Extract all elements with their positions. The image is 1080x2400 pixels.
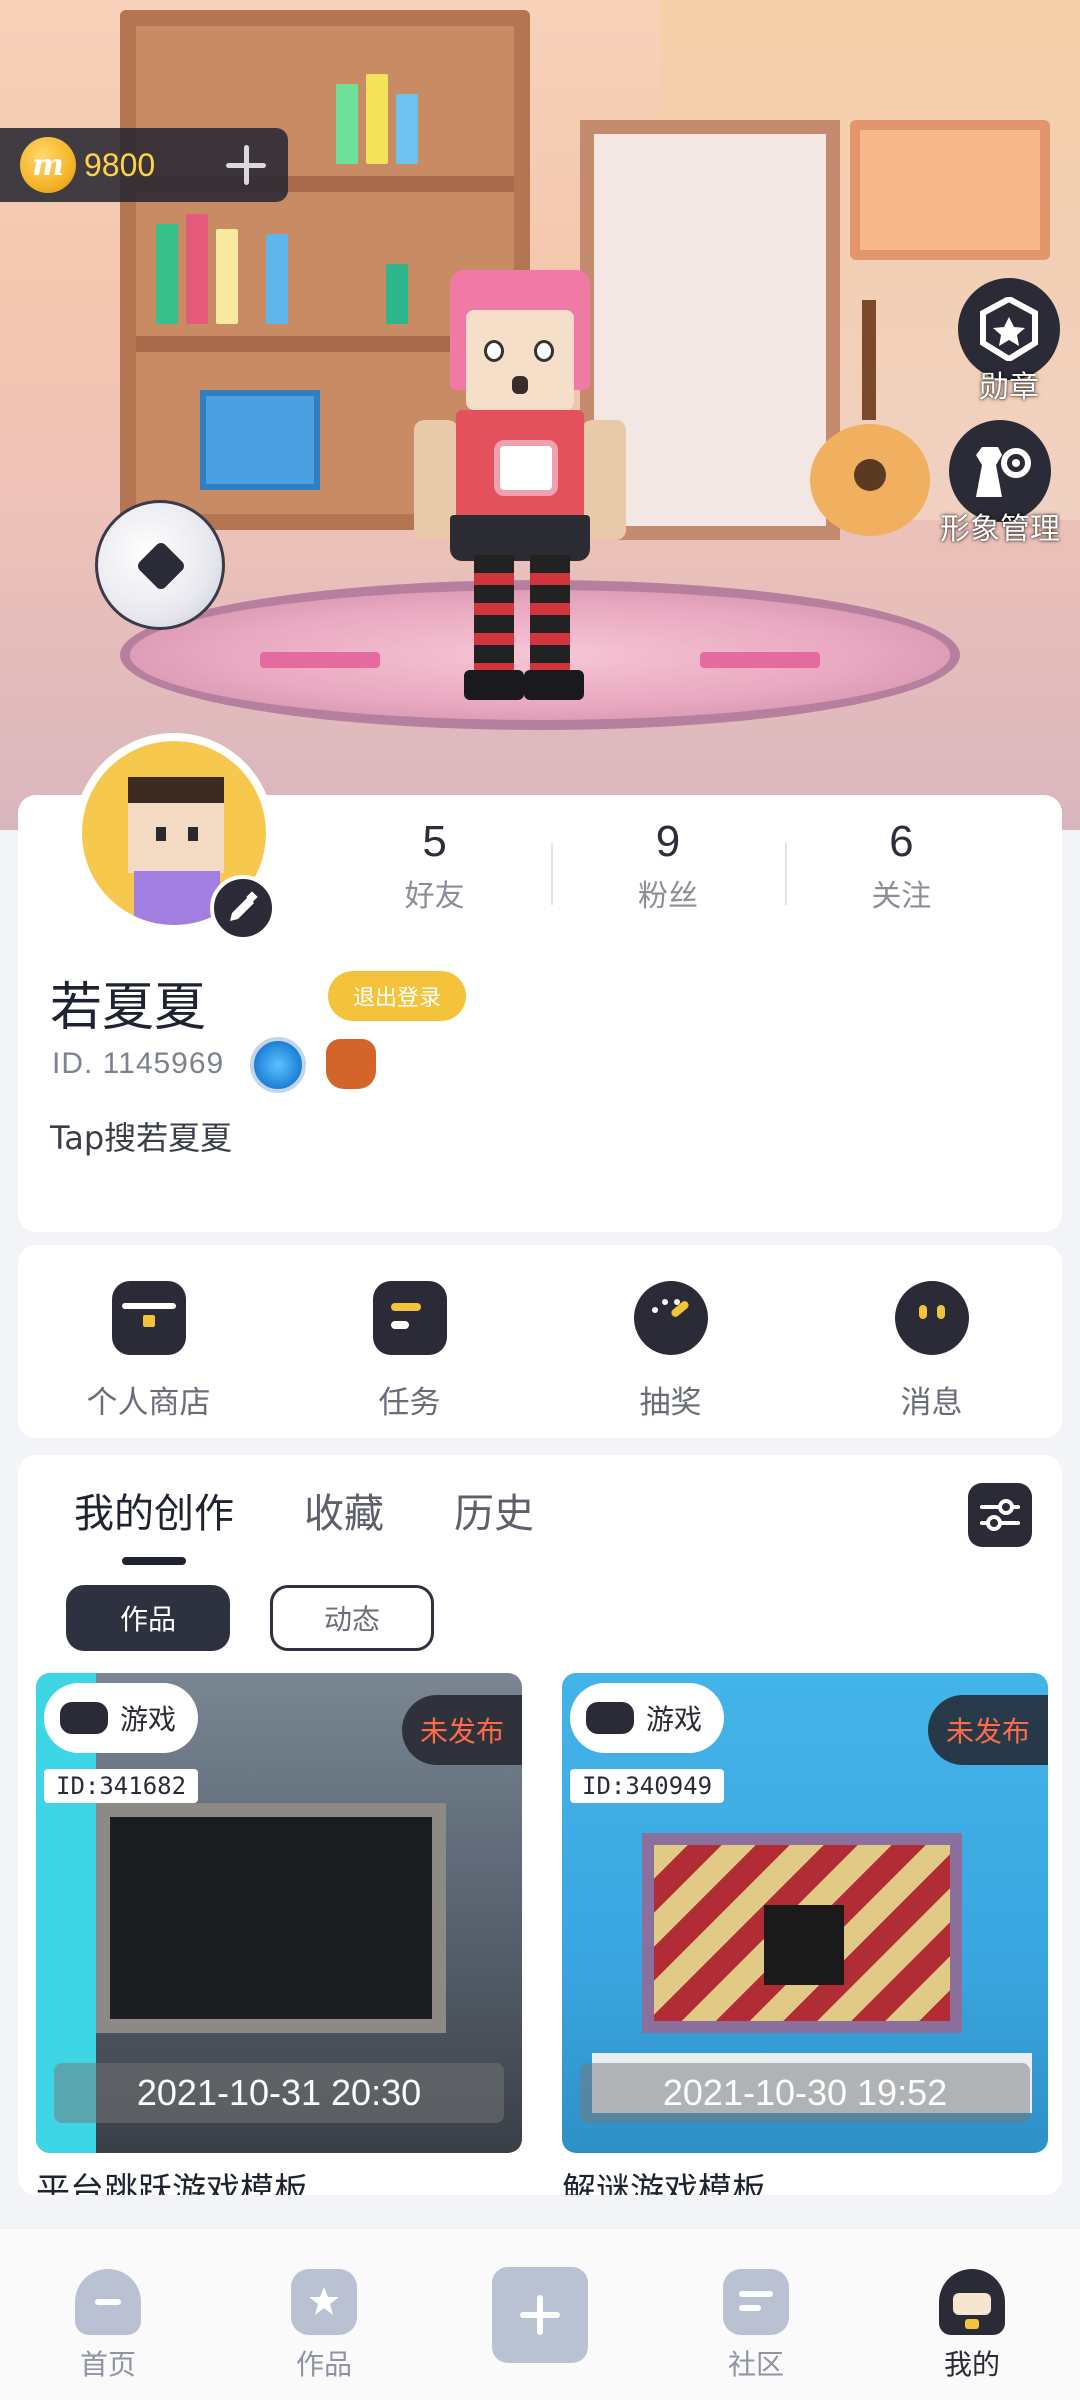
work-card[interactable]: 游戏 未发布 ID:340949 2021-10-30 19:52 解谜游戏模板 [562, 1673, 1048, 2195]
personal-shop-button[interactable]: 个人商店 [18, 1245, 279, 1438]
sliders-icon [980, 1499, 1020, 1531]
community-chat-icon [723, 2269, 789, 2335]
work-id: ID:340949 [570, 1769, 725, 1803]
user-bio: Tap搜若夏夏 [50, 1119, 233, 1157]
nav-works-label: 作品 [295, 2348, 352, 2381]
tasks-label: 任务 [378, 1385, 441, 1421]
personal-shop-label: 个人商店 [86, 1385, 211, 1421]
scene-picture-frame [850, 120, 1050, 260]
scene-toy-box [200, 390, 320, 490]
nav-community-label: 社区 [727, 2348, 784, 2381]
nav-home[interactable]: 首页 [0, 2229, 216, 2400]
user-id: ID. 1145969 [52, 1047, 225, 1080]
avatar-scene [0, 0, 1080, 830]
tab-history[interactable]: 历史 [454, 1481, 534, 1539]
home-icon [75, 2269, 141, 2335]
creations-section: 我的创作 收藏 历史 作品 动态 游戏 未发布 ID:341682 2021-1… [18, 1455, 1062, 2195]
plus-icon [492, 2267, 588, 2363]
work-type-label: 游戏 [120, 1703, 177, 1736]
scene-guitar [810, 300, 930, 536]
friends-stat[interactable]: 5 好友 [318, 817, 551, 914]
work-thumbnail[interactable]: 游戏 未发布 ID:341682 2021-10-31 20:30 [36, 1673, 522, 2153]
fans-label: 粉丝 [637, 879, 698, 914]
work-thumbnail[interactable]: 游戏 未发布 ID:340949 2021-10-30 19:52 [562, 1673, 1048, 2153]
messages-button[interactable]: 消息 [801, 1245, 1062, 1438]
work-card[interactable]: 游戏 未发布 ID:341682 2021-10-31 20:30 平台跳跃游戏… [36, 1673, 522, 2195]
following-stat[interactable]: 6 关注 [784, 817, 1018, 914]
appearance-manage-label: 形象管理 [940, 512, 1060, 547]
nav-works[interactable]: 作品 [216, 2229, 432, 2400]
fans-count: 9 [655, 817, 681, 866]
friends-count: 5 [422, 817, 447, 866]
work-status-badge: 未发布 [927, 1695, 1048, 1765]
nav-profile-label: 我的 [943, 2348, 1000, 2381]
coin-icon: m [20, 137, 76, 193]
work-status-badge: 未发布 [401, 1695, 522, 1765]
nav-community[interactable]: 社区 [648, 2229, 864, 2400]
filter-button[interactable] [968, 1483, 1032, 1547]
tab-my-creations[interactable]: 我的创作 [74, 1481, 234, 1565]
work-type-label: 游戏 [646, 1703, 703, 1736]
work-date: 2021-10-31 20:30 [54, 2063, 504, 2123]
edit-avatar-button[interactable] [210, 875, 276, 941]
work-date: 2021-10-30 19:52 [580, 2063, 1030, 2123]
gamepad-icon [60, 1702, 108, 1734]
tasks-button[interactable]: 任务 [279, 1245, 540, 1438]
chip-posts[interactable]: 动态 [270, 1585, 434, 1651]
pencil-icon [230, 891, 258, 921]
lottery-dial-icon [633, 1281, 708, 1355]
profile-avatar-icon [939, 2269, 1005, 2335]
creations-tabs: 我的创作 收藏 历史 [74, 1481, 534, 1565]
nav-profile[interactable]: 我的 [864, 2229, 1080, 2400]
friends-label: 好友 [404, 879, 465, 914]
shop-bag-icon [111, 1281, 186, 1355]
work-id: ID:341682 [44, 1769, 199, 1803]
work-type-tag: 游戏 [570, 1683, 725, 1753]
lottery-button[interactable]: 抽奖 [540, 1245, 801, 1438]
appearance-manage-button[interactable]: 形象管理 [940, 420, 1060, 548]
work-title: 解谜游戏模板 [562, 2171, 766, 2195]
add-coins-button[interactable] [226, 145, 266, 185]
lottery-label: 抽奖 [639, 1385, 702, 1421]
logout-button[interactable]: 退出登录 [328, 971, 466, 1021]
quick-actions: 个人商店 任务 抽奖 消息 [18, 1245, 1062, 1438]
works-grid: 游戏 未发布 ID:341682 2021-10-31 20:30 平台跳跃游戏… [36, 1673, 1048, 2195]
following-count: 6 [889, 817, 914, 866]
task-icon [372, 1281, 447, 1355]
player-character-model[interactable] [414, 270, 660, 700]
profile-card: 5 好友 9 粉丝 6 关注 若夏夏 退出登录 ID. 1145969 Tap搜… [18, 733, 1062, 1232]
coin-balance-bar: m 9800 [0, 128, 288, 202]
tab-favorites[interactable]: 收藏 [304, 1481, 384, 1539]
gamepad-icon [586, 1702, 634, 1734]
creation-type-chips: 作品 动态 [66, 1585, 434, 1651]
work-title: 平台跳跃游戏模板 [36, 2171, 308, 2195]
username: 若夏夏 [50, 978, 207, 1038]
medal-label: 勋章 [979, 370, 1039, 405]
works-bookmark-icon [291, 2269, 357, 2335]
fans-stat[interactable]: 9 粉丝 [551, 817, 784, 914]
work-type-tag: 游戏 [44, 1683, 199, 1753]
coin-amount: 9800 [84, 146, 156, 183]
social-stats: 5 好友 9 粉丝 6 关注 [318, 817, 1018, 914]
bottom-nav: 首页 作品 社区 我的 [0, 2228, 1080, 2400]
following-label: 关注 [871, 879, 932, 914]
message-bubble-icon [894, 1281, 969, 1355]
scene-soccer-ball [95, 500, 225, 630]
nav-home-label: 首页 [79, 2348, 136, 2381]
medal-button[interactable]: 勋章 [958, 278, 1060, 406]
verified-badge-icon[interactable] [250, 1037, 306, 1093]
messages-label: 消息 [900, 1385, 963, 1421]
gamer-badge-icon[interactable] [326, 1039, 376, 1089]
create-button[interactable] [432, 2229, 648, 2400]
chip-works[interactable]: 作品 [66, 1585, 230, 1651]
